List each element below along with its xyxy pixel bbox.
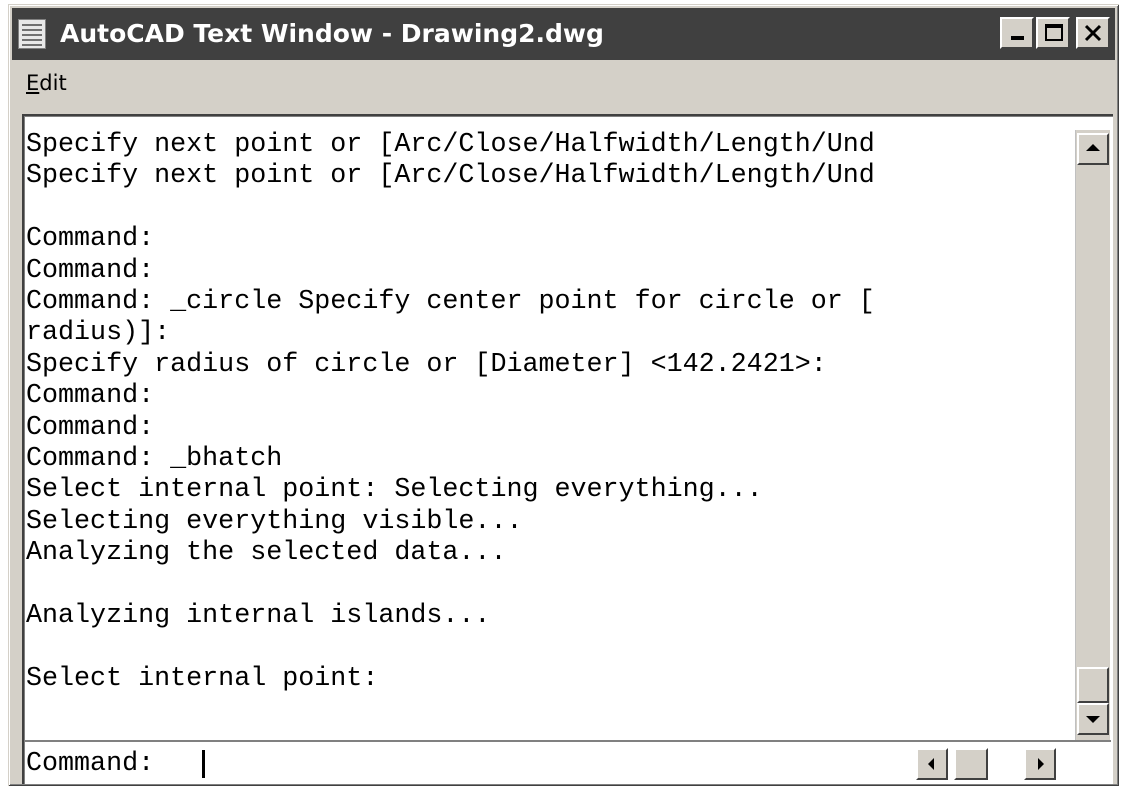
menu-edit-label: dit xyxy=(39,71,67,95)
scroll-up-button[interactable] xyxy=(1077,133,1109,165)
history-line: Specify radius of circle or [Diameter] <… xyxy=(26,349,827,380)
history-line: Command: _bhatch xyxy=(26,443,283,474)
minimize-button[interactable] xyxy=(1000,17,1034,49)
history-line: Command: xyxy=(26,412,155,443)
scroll-right-arrow-icon xyxy=(1038,758,1044,770)
horizontal-scrollbar[interactable] xyxy=(916,748,1056,780)
text-cursor xyxy=(202,750,205,778)
history-line: Command: xyxy=(26,255,155,286)
history-line: Analyzing internal islands... xyxy=(26,600,491,631)
menu-edit[interactable]: Edit xyxy=(26,68,67,98)
scroll-down-arrow-icon xyxy=(1086,716,1100,723)
close-button[interactable] xyxy=(1076,17,1110,49)
scroll-down-button[interactable] xyxy=(1077,703,1109,735)
history-line: Command: _circle Specify center point fo… xyxy=(26,286,875,317)
autocad-text-window-icon[interactable] xyxy=(18,19,46,49)
history-line: Select internal point: Selecting everyth… xyxy=(26,475,763,506)
autocad-text-window: AutoCAD Text Window - Drawing2.dwg Edit … xyxy=(8,4,1119,786)
close-icon xyxy=(1084,24,1102,42)
history-line: Specify next point or [Arc/Close/Halfwid… xyxy=(26,130,875,160)
title-bar[interactable]: AutoCAD Text Window - Drawing2.dwg xyxy=(12,8,1115,60)
maximize-button[interactable] xyxy=(1036,17,1070,49)
history-line xyxy=(26,632,1066,663)
command-line: Command: xyxy=(26,742,1074,782)
minimize-icon xyxy=(1011,36,1024,40)
scroll-left-arrow-icon xyxy=(928,758,934,770)
history-line: Select internal point: xyxy=(26,663,379,694)
maximize-icon xyxy=(1045,24,1063,41)
command-prompt-label: Command: xyxy=(26,749,155,779)
history-line: Specify next point or [Arc/Close/Halfwid… xyxy=(26,161,875,192)
menu-edit-access-key: E xyxy=(26,71,40,95)
vertical-scrollbar[interactable] xyxy=(1075,130,1110,740)
history-line: Selecting everything visible... xyxy=(26,506,523,537)
vertical-scroll-thumb[interactable] xyxy=(1077,667,1109,703)
history-line: radius)]: xyxy=(26,318,171,349)
scroll-right-button[interactable] xyxy=(1024,748,1056,780)
menu-bar: Edit xyxy=(12,64,1115,104)
command-input[interactable] xyxy=(202,747,902,781)
text-window-content: Specify next point or [Arc/Close/Halfwid… xyxy=(22,114,1113,784)
command-history[interactable]: Specify next point or [Arc/Close/Halfwid… xyxy=(26,130,1066,740)
horizontal-scroll-thumb[interactable] xyxy=(954,748,988,780)
history-line xyxy=(26,569,1066,600)
history-line: Command: xyxy=(26,224,155,255)
scroll-up-arrow-icon xyxy=(1086,144,1100,151)
window-title: AutoCAD Text Window - Drawing2.dwg xyxy=(60,19,604,48)
scroll-left-button[interactable] xyxy=(916,748,948,780)
history-line xyxy=(26,193,1066,224)
history-line: Analyzing the selected data... xyxy=(26,538,507,569)
history-line: Command: xyxy=(26,381,155,412)
